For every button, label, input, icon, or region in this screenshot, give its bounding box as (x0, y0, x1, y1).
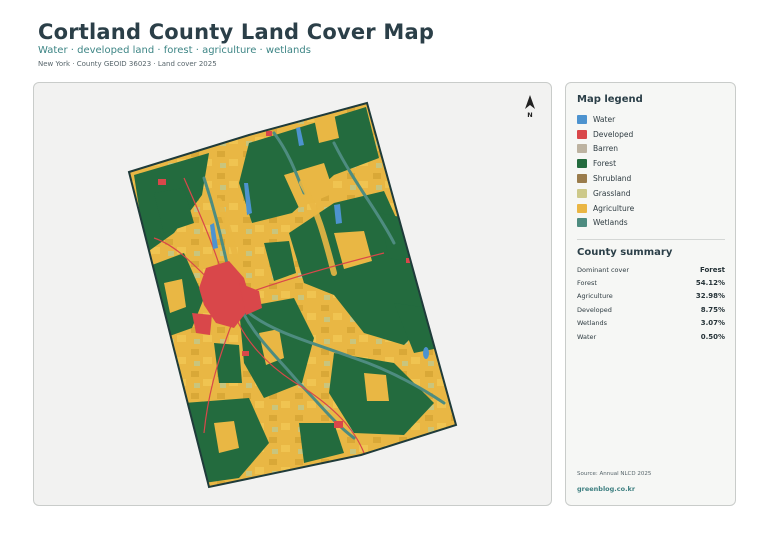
summary-label: Dominant cover (577, 265, 630, 274)
legend-swatch (577, 174, 587, 184)
legend-swatch (577, 159, 587, 169)
summary-row-developed: Developed 8.75% (577, 303, 725, 316)
legend-item-shrubland: Shrubland (577, 171, 634, 186)
summary-label: Water (577, 332, 597, 341)
north-arrow: N (522, 95, 538, 119)
legend-label: Grassland (593, 188, 631, 198)
summary-row-agriculture: Agriculture 32.98% (577, 290, 725, 303)
site-link[interactable]: greenblog.co.kr (577, 485, 635, 493)
summary-value: 3.07% (700, 319, 725, 328)
summary-title: County summary (577, 247, 673, 258)
legend-item-wetlands: Wetlands (577, 216, 634, 231)
legend-item-agriculture: Agriculture (577, 201, 634, 216)
legend-item-grassland: Grassland (577, 186, 634, 201)
summary-value: Forest (699, 265, 725, 274)
summary-label: Agriculture (577, 292, 613, 301)
legend-swatch (577, 203, 587, 213)
summary-label: Wetlands (577, 319, 608, 328)
county-summary: Dominant cover Forest Forest 54.12% Agricu… (577, 263, 725, 343)
legend-label: Barren (593, 144, 618, 154)
legend-item-forest: Forest (577, 156, 634, 171)
summary-value: 32.98% (695, 292, 725, 301)
legend-label: Developed (593, 129, 634, 139)
legend-swatch (577, 218, 587, 228)
summary-row-water: Water 0.50% (577, 330, 725, 343)
legend-swatch (577, 144, 587, 154)
north-label: N (527, 111, 533, 119)
legend-item-developed: Developed (577, 127, 634, 142)
summary-row-dominant: Dominant cover Forest (577, 263, 725, 276)
legend-item-water: Water (577, 112, 634, 127)
legend-title: Map legend (577, 94, 643, 105)
page-subtitle: Water · developed land · forest · agricu… (38, 45, 311, 56)
legend-item-barren: Barren (577, 142, 634, 157)
legend-swatch (577, 114, 587, 124)
summary-value: 8.75% (700, 305, 725, 314)
side-panel: Map legend Water Developed Barren Forest… (565, 82, 736, 506)
legend-label: Water (593, 114, 616, 124)
legend-swatch (577, 188, 587, 198)
summary-row-forest: Forest 54.12% (577, 276, 725, 289)
page-meta: New York · County GEOID 36023 · Land cov… (38, 60, 217, 68)
source-note: Source: Annual NLCD 2025 (577, 471, 652, 477)
county-map[interactable] (34, 83, 552, 506)
legend-label: Agriculture (593, 203, 635, 213)
legend-label: Forest (593, 159, 617, 169)
summary-value: 54.12% (695, 279, 725, 288)
map-panel[interactable]: N (33, 82, 552, 506)
legend-label: Shrubland (593, 174, 632, 184)
summary-value: 0.50% (700, 332, 725, 341)
summary-label: Forest (577, 279, 597, 288)
legend-swatch (577, 129, 587, 139)
page-title: Cortland County Land Cover Map (38, 20, 435, 44)
panel-divider (577, 239, 725, 240)
north-arrow-icon (525, 95, 535, 109)
legend-label: Wetlands (593, 218, 628, 228)
summary-row-wetlands: Wetlands 3.07% (577, 317, 725, 330)
summary-label: Developed (577, 305, 612, 314)
legend-list: Water Developed Barren Forest Shrubland … (577, 112, 634, 230)
